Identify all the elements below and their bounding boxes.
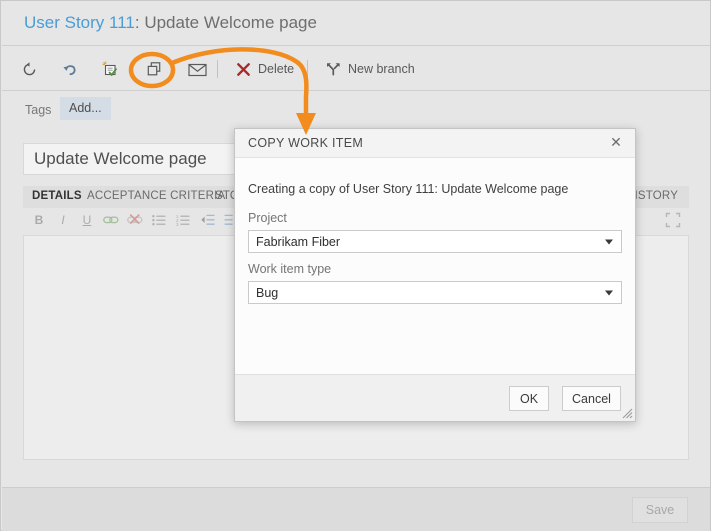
tags-label: Tags [25,103,52,117]
tags-row: Tags Add... [2,92,710,130]
remove-link-icon[interactable] [127,212,143,228]
refresh-button[interactable] [16,47,43,91]
work-item-header: User Story 111: Update Welcome page [2,2,710,46]
project-select[interactable]: Fabrikam Fiber [248,230,622,253]
title-separator: : [134,13,145,32]
page-title: User Story 111: Update Welcome page [24,13,317,33]
dialog-body: Creating a copy of User Story 111: Updat… [235,159,635,374]
revert-button[interactable] [96,47,125,91]
new-branch-button[interactable]: New branch [320,47,421,91]
form-footer: Save [2,487,710,531]
tab-details[interactable]: DETAILS [32,190,82,202]
underline-icon[interactable]: U [79,212,95,228]
toolbar-divider-1 [217,60,218,78]
copy-icon [146,61,163,78]
dialog-titlebar: COPY WORK ITEM ✕ [235,129,635,158]
italic-icon[interactable]: I [55,212,71,228]
new-branch-icon [326,62,341,77]
email-button[interactable] [182,47,213,91]
work-item-title-text: Update Welcome page [144,13,317,32]
dialog-footer: OK Cancel [235,374,635,421]
dialog-description: Creating a copy of User Story 111: Updat… [248,182,569,196]
new-branch-label: New branch [348,62,415,76]
chevron-down-icon [605,290,613,295]
work-item-type-select[interactable]: Bug [248,281,622,304]
insert-link-icon[interactable] [103,212,119,228]
copy-work-item-dialog: COPY WORK ITEM ✕ Creating a copy of User… [234,128,636,422]
delete-label: Delete [258,62,295,76]
save-button[interactable]: Save [632,497,688,523]
svg-text:3: 3 [176,222,179,226]
tab-acceptance-criteria[interactable]: ACCEPTANCE CRITERIA [87,190,225,202]
bold-icon[interactable]: B [31,212,47,228]
delete-button[interactable]: Delete [230,47,300,91]
close-icon[interactable]: ✕ [607,134,625,152]
work-item-id-link[interactable]: User Story 111 [24,13,135,32]
toolbar-divider-2 [307,60,308,78]
bullet-list-icon[interactable] [151,212,167,228]
project-label: Project [248,211,287,225]
work-item-type-select-value: Bug [256,285,279,300]
maximize-icon[interactable] [665,212,681,233]
ok-button[interactable]: OK [509,386,549,411]
work-item-form-window: User Story 111: Update Welcome page Dele… [0,0,711,531]
chevron-down-icon [605,239,613,244]
copy-work-item-button[interactable] [140,47,169,91]
work-item-toolbar: Delete New branch [2,47,710,91]
add-tag-button[interactable]: Add... [60,97,111,120]
delete-x-icon [236,62,251,77]
work-item-type-label: Work item type [248,262,332,276]
resize-grip-icon[interactable] [620,406,633,419]
undo-icon [62,62,78,77]
numbered-list-icon[interactable]: 1 2 3 [175,212,191,228]
dialog-title: COPY WORK ITEM [248,136,364,150]
outdent-icon[interactable] [199,212,215,228]
refresh-icon [22,61,37,77]
undo-button[interactable] [56,47,84,91]
project-select-value: Fabrikam Fiber [256,234,341,249]
email-icon [188,62,207,77]
cancel-button[interactable]: Cancel [562,386,621,411]
revert-icon [102,61,119,77]
